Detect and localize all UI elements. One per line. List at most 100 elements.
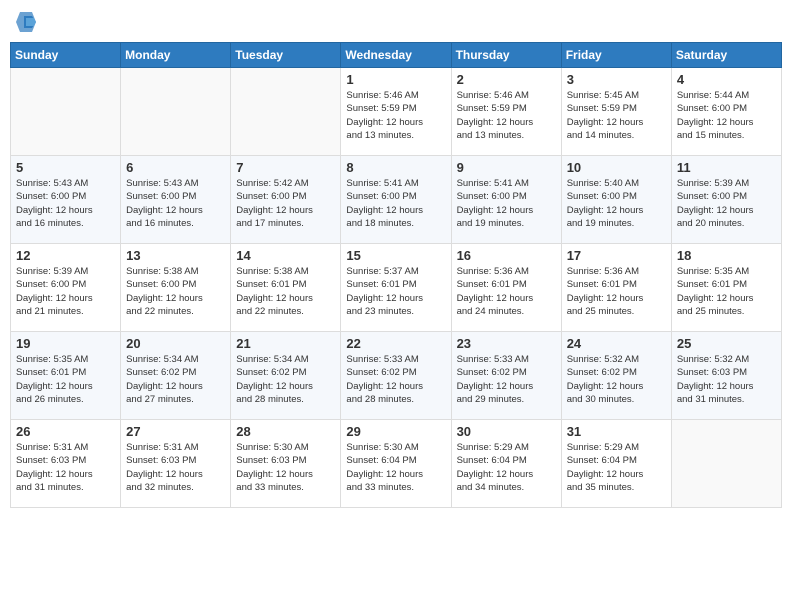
day-number: 14 (236, 248, 335, 263)
day-cell: 26 Sunrise: 5:31 AM Sunset: 6:03 PM Dayli… (11, 420, 121, 508)
day-number: 19 (16, 336, 115, 351)
day-info: Sunrise: 5:38 AM Sunset: 6:00 PM Dayligh… (126, 265, 225, 318)
day-info: Sunrise: 5:40 AM Sunset: 6:00 PM Dayligh… (567, 177, 666, 230)
day-info: Sunrise: 5:31 AM Sunset: 6:03 PM Dayligh… (16, 441, 115, 494)
day-cell: 1Sunrise: 5:46 AM Sunset: 5:59 PM Daylig… (341, 68, 451, 156)
day-info: Sunrise: 5:39 AM Sunset: 6:00 PM Dayligh… (16, 265, 115, 318)
day-info: Sunrise: 5:41 AM Sunset: 6:00 PM Dayligh… (457, 177, 556, 230)
day-number: 1 (346, 72, 445, 87)
day-info: Sunrise: 5:37 AM Sunset: 6:01 PM Dayligh… (346, 265, 445, 318)
weekday-header-sunday: Sunday (11, 43, 121, 68)
day-cell: 22 Sunrise: 5:33 AM Sunset: 6:02 PM Dayli… (341, 332, 451, 420)
day-number: 23 (457, 336, 556, 351)
day-number: 30 (457, 424, 556, 439)
logo (14, 10, 36, 34)
day-cell: 3 Sunrise: 5:45 AM Sunset: 5:59 PM Daylig… (561, 68, 671, 156)
day-number: 22 (346, 336, 445, 351)
day-number: 25 (677, 336, 776, 351)
day-info: Sunrise: 5:30 AM Sunset: 6:04 PM Dayligh… (346, 441, 445, 494)
day-cell: 12 Sunrise: 5:39 AM Sunset: 6:00 PM Dayli… (11, 244, 121, 332)
day-info: Sunrise: 5:46 AM Sunset: 5:59 PM Dayligh… (457, 89, 556, 142)
week-row-3: 12 Sunrise: 5:39 AM Sunset: 6:00 PM Dayli… (11, 244, 782, 332)
day-info: Sunrise: 5:32 AM Sunset: 6:02 PM Dayligh… (567, 353, 666, 406)
day-info: Sunrise: 5:35 AM Sunset: 6:01 PM Dayligh… (16, 353, 115, 406)
day-info: Sunrise: 5:35 AM Sunset: 6:01 PM Dayligh… (677, 265, 776, 318)
day-cell (121, 68, 231, 156)
day-number: 8 (346, 160, 445, 175)
page: SundayMondayTuesdayWednesdayThursdayFrid… (0, 0, 792, 612)
week-row-5: 26 Sunrise: 5:31 AM Sunset: 6:03 PM Dayli… (11, 420, 782, 508)
day-info: Sunrise: 5:36 AM Sunset: 6:01 PM Dayligh… (457, 265, 556, 318)
weekday-header-thursday: Thursday (451, 43, 561, 68)
day-number: 17 (567, 248, 666, 263)
day-cell: 7 Sunrise: 5:42 AM Sunset: 6:00 PM Daylig… (231, 156, 341, 244)
day-cell (11, 68, 121, 156)
day-info: Sunrise: 5:43 AM Sunset: 6:00 PM Dayligh… (16, 177, 115, 230)
day-number: 18 (677, 248, 776, 263)
day-info: Sunrise: 5:41 AM Sunset: 6:00 PM Dayligh… (346, 177, 445, 230)
day-cell: 24 Sunrise: 5:32 AM Sunset: 6:02 PM Dayli… (561, 332, 671, 420)
day-cell: 11Sunrise: 5:39 AM Sunset: 6:00 PM Dayli… (671, 156, 781, 244)
day-number: 21 (236, 336, 335, 351)
day-cell: 16 Sunrise: 5:36 AM Sunset: 6:01 PM Dayli… (451, 244, 561, 332)
day-info: Sunrise: 5:44 AM Sunset: 6:00 PM Dayligh… (677, 89, 776, 142)
day-info: Sunrise: 5:30 AM Sunset: 6:03 PM Dayligh… (236, 441, 335, 494)
day-number: 15 (346, 248, 445, 263)
logo-icon (16, 10, 36, 34)
day-cell: 29 Sunrise: 5:30 AM Sunset: 6:04 PM Dayli… (341, 420, 451, 508)
header (10, 10, 782, 34)
weekday-header-friday: Friday (561, 43, 671, 68)
day-cell: 17 Sunrise: 5:36 AM Sunset: 6:01 PM Dayli… (561, 244, 671, 332)
day-info: Sunrise: 5:43 AM Sunset: 6:00 PM Dayligh… (126, 177, 225, 230)
day-cell: 6 Sunrise: 5:43 AM Sunset: 6:00 PM Daylig… (121, 156, 231, 244)
day-number: 31 (567, 424, 666, 439)
day-number: 2 (457, 72, 556, 87)
day-info: Sunrise: 5:42 AM Sunset: 6:00 PM Dayligh… (236, 177, 335, 230)
week-row-1: 1 Sunrise: 5:46 AM Sunset: 5:59 PM Daylig… (11, 68, 782, 156)
day-cell: 9 Sunrise: 5:41 AM Sunset: 6:00 PM Daylig… (451, 156, 561, 244)
day-number: 3 (567, 72, 666, 87)
day-cell: 2 Sunrise: 5:46 AM Sunset: 5:59 PM Daylig… (451, 68, 561, 156)
day-info: Sunrise: 5:34 AM Sunset: 6:02 PM Dayligh… (126, 353, 225, 406)
day-cell: 18 Sunrise: 5:35 AM Sunset: 6:01 PM Dayli… (671, 244, 781, 332)
day-number: 27 (126, 424, 225, 439)
day-number: 26 (16, 424, 115, 439)
day-number: 12 (16, 248, 115, 263)
day-number: 6 (126, 160, 225, 175)
day-cell: 28Sunrise: 5:30 AM Sunset: 6:03 PM Dayli… (231, 420, 341, 508)
day-info: Sunrise: 5:33 AM Sunset: 6:02 PM Dayligh… (346, 353, 445, 406)
day-cell: 30 Sunrise: 5:29 AM Sunset: 6:04 PM Dayli… (451, 420, 561, 508)
day-number: 13 (126, 248, 225, 263)
day-cell: 20Sunrise: 5:34 AM Sunset: 6:02 PM Dayli… (121, 332, 231, 420)
day-cell: 8 Sunrise: 5:41 AM Sunset: 6:00 PM Daylig… (341, 156, 451, 244)
day-info: Sunrise: 5:29 AM Sunset: 6:04 PM Dayligh… (567, 441, 666, 494)
day-number: 10 (567, 160, 666, 175)
calendar: SundayMondayTuesdayWednesdayThursdayFrid… (10, 42, 782, 508)
day-number: 16 (457, 248, 556, 263)
day-cell: 25 Sunrise: 5:32 AM Sunset: 6:03 PM Dayli… (671, 332, 781, 420)
day-info: Sunrise: 5:45 AM Sunset: 5:59 PM Dayligh… (567, 89, 666, 142)
day-info: Sunrise: 5:32 AM Sunset: 6:03 PM Dayligh… (677, 353, 776, 406)
day-number: 9 (457, 160, 556, 175)
day-cell: 10 Sunrise: 5:40 AM Sunset: 6:00 PM Dayli… (561, 156, 671, 244)
day-number: 4 (677, 72, 776, 87)
week-row-4: 19 Sunrise: 5:35 AM Sunset: 6:01 PM Dayli… (11, 332, 782, 420)
day-cell (671, 420, 781, 508)
day-cell: 27 Sunrise: 5:31 AM Sunset: 6:03 PM Dayli… (121, 420, 231, 508)
day-info: Sunrise: 5:29 AM Sunset: 6:04 PM Dayligh… (457, 441, 556, 494)
weekday-header-row: SundayMondayTuesdayWednesdayThursdayFrid… (11, 43, 782, 68)
day-cell: 4 Sunrise: 5:44 AM Sunset: 6:00 PM Daylig… (671, 68, 781, 156)
day-info: Sunrise: 5:36 AM Sunset: 6:01 PM Dayligh… (567, 265, 666, 318)
day-info: Sunrise: 5:31 AM Sunset: 6:03 PM Dayligh… (126, 441, 225, 494)
day-info: Sunrise: 5:38 AM Sunset: 6:01 PM Dayligh… (236, 265, 335, 318)
day-number: 5 (16, 160, 115, 175)
day-cell: 5 Sunrise: 5:43 AM Sunset: 6:00 PM Daylig… (11, 156, 121, 244)
day-number: 29 (346, 424, 445, 439)
weekday-header-tuesday: Tuesday (231, 43, 341, 68)
day-cell: 19 Sunrise: 5:35 AM Sunset: 6:01 PM Dayli… (11, 332, 121, 420)
day-cell: 14 Sunrise: 5:38 AM Sunset: 6:01 PM Dayli… (231, 244, 341, 332)
day-number: 24 (567, 336, 666, 351)
day-cell (231, 68, 341, 156)
week-row-2: 5 Sunrise: 5:43 AM Sunset: 6:00 PM Daylig… (11, 156, 782, 244)
day-number: 7 (236, 160, 335, 175)
